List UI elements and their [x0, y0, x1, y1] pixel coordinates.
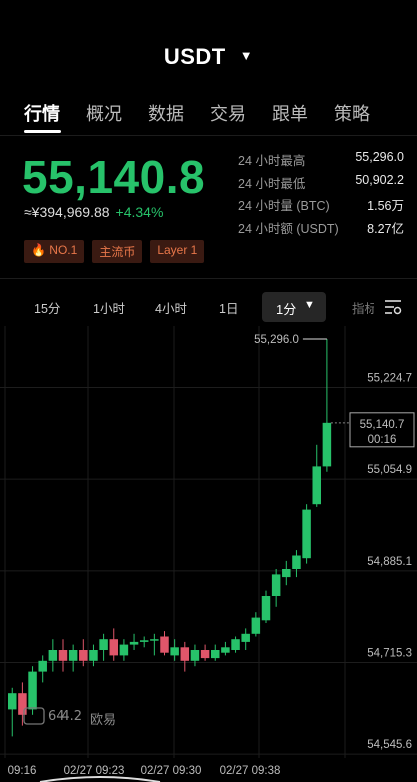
candle-body — [79, 650, 88, 661]
stat-label: 24 小时最高 — [238, 154, 306, 168]
interval-selected: 1分 — [276, 302, 297, 317]
tab-trade[interactable]: 交易 — [210, 100, 246, 126]
tab-data[interactable]: 数据 — [148, 100, 184, 126]
y-tick-label: 55,054.9 — [367, 464, 412, 476]
active-tab-indicator — [24, 130, 61, 133]
chart-overlay: 55,296.055,140.700:16欧易644.2 — [23, 334, 415, 782]
tab-bar: 行情 概况 数据 交易 跟单 策略 — [24, 100, 396, 126]
candle-body — [89, 650, 98, 661]
candle-body — [109, 639, 118, 656]
stat-high: 24 小时最高 55,296.0 — [238, 150, 404, 173]
interval-15m[interactable]: 15分 — [34, 298, 60, 317]
candle-body — [231, 639, 240, 650]
stat-low: 24 小时最低 50,902.2 — [238, 173, 404, 196]
candle-body — [150, 639, 159, 641]
candle-body — [38, 660, 47, 672]
rank-tag[interactable]: 🔥 NO.1 — [24, 240, 85, 263]
stat-value: 1.56万 — [367, 199, 404, 213]
divider — [0, 278, 417, 279]
candle-body — [302, 509, 311, 559]
pair-title[interactable]: USDT ▼ — [0, 44, 417, 70]
fiat-price-row: ≈¥394,969.88 +4.34% — [24, 204, 163, 220]
x-tick-label: 02/27 09:23 — [64, 765, 125, 777]
candle-body — [292, 555, 301, 569]
candlestick-chart[interactable]: 55,224.7 55,054.9 54,885.1 54,715.3 54,545.6… — [0, 326, 417, 782]
interval-bar: 15分 1小时 4小时 1日 1分 ▼ 指标 — [0, 292, 417, 322]
tab-market[interactable]: 行情 — [24, 100, 60, 126]
candle-body — [18, 693, 27, 715]
y-tick-label: 54,545.6 — [367, 739, 412, 751]
candles — [8, 338, 332, 737]
tab-overview[interactable]: 概况 — [86, 100, 122, 126]
candle-body — [241, 633, 250, 642]
stat-label: 24 小时最低 — [238, 176, 306, 191]
interval-dropdown[interactable]: 1分 ▼ — [262, 292, 326, 322]
candle-body — [282, 569, 291, 578]
rank-tag-label: NO.1 — [49, 243, 78, 257]
interval-4h[interactable]: 4小时 — [155, 298, 187, 317]
candle-body — [129, 641, 139, 645]
stat-turnover: 24 小时额 (USDT) 8.27亿 — [238, 218, 404, 241]
y-tick-label: 54,885.1 — [367, 556, 412, 568]
watermark-icon — [23, 707, 45, 725]
x-tick-label: 02/27 09:38 — [220, 765, 281, 777]
chart-grid — [0, 326, 417, 758]
candle-body — [119, 644, 129, 656]
candle-body — [221, 647, 230, 653]
y-tick-label: 54,715.3 — [367, 648, 412, 660]
candle-body — [139, 640, 149, 642]
candle-body — [68, 650, 78, 661]
candle-body — [99, 639, 108, 650]
indicator-button[interactable]: 指标 — [352, 298, 374, 317]
category-tag[interactable]: 主流币 — [92, 240, 143, 263]
candle-body — [211, 650, 220, 659]
last-price: 55,140.8 — [22, 151, 206, 203]
tag-list: 🔥 NO.1 主流币 Layer 1 — [24, 240, 205, 263]
candle-body — [58, 650, 68, 661]
fiat-price: ≈¥394,969.88 — [24, 204, 110, 220]
high-marker-label: 55,296.0 — [254, 334, 299, 346]
candle-body — [312, 466, 321, 505]
home-indicator — [39, 776, 161, 782]
tab-strategy[interactable]: 策略 — [334, 100, 370, 126]
flame-icon: 🔥 — [31, 243, 46, 257]
candle-body — [28, 671, 37, 710]
tab-copy-trading[interactable]: 跟单 — [272, 100, 308, 126]
countdown-label: 00:16 — [368, 434, 397, 446]
divider — [0, 135, 417, 136]
stat-value: 55,296.0 — [355, 150, 404, 164]
candle-body — [200, 650, 210, 659]
stat-value: 50,902.2 — [355, 172, 404, 187]
stat-label: 24 小时额 (USDT) — [238, 221, 339, 236]
candle-body — [190, 650, 200, 661]
x-tick-label: 02/27 09:30 — [141, 765, 202, 777]
stats-panel: 24 小时最高 55,296.0 24 小时最低 50,902.2 24 小时量 (… — [238, 150, 404, 240]
candle-body — [160, 636, 169, 653]
caret-down-icon: ▼ — [304, 299, 315, 311]
stat-volume: 24 小时量 (BTC) 1.56万 — [238, 195, 404, 218]
caret-down-icon[interactable]: ▼ — [240, 48, 253, 63]
x-axis: 09:16 02/27 09:23 02/27 09:30 02/27 09:38 — [8, 765, 281, 777]
candle-body — [8, 693, 17, 710]
watermark-right: 4.2 — [61, 709, 82, 724]
pair-name: USDT — [163, 44, 226, 69]
stat-label: 24 小时量 (BTC) — [238, 199, 330, 213]
layer-tag[interactable]: Layer 1 — [150, 240, 205, 263]
watermark-logo: 欧易 — [90, 713, 116, 728]
candle-body — [48, 650, 58, 661]
candle-body — [170, 647, 179, 656]
interval-1h[interactable]: 1小时 — [93, 298, 125, 317]
price-change: +4.34% — [115, 204, 164, 220]
candle-body — [271, 574, 281, 596]
candle-body — [180, 647, 190, 661]
candle-body — [261, 596, 271, 621]
candle-body — [322, 422, 332, 467]
x-tick-label: 09:16 — [8, 765, 37, 777]
stat-value: 8.27亿 — [367, 221, 404, 236]
y-tick-label: 55,224.7 — [367, 372, 412, 384]
candle-body — [251, 617, 261, 634]
chart-settings-icon[interactable] — [383, 298, 403, 316]
current-price-label: 55,140.7 — [360, 419, 405, 431]
interval-1d[interactable]: 1日 — [219, 298, 238, 317]
